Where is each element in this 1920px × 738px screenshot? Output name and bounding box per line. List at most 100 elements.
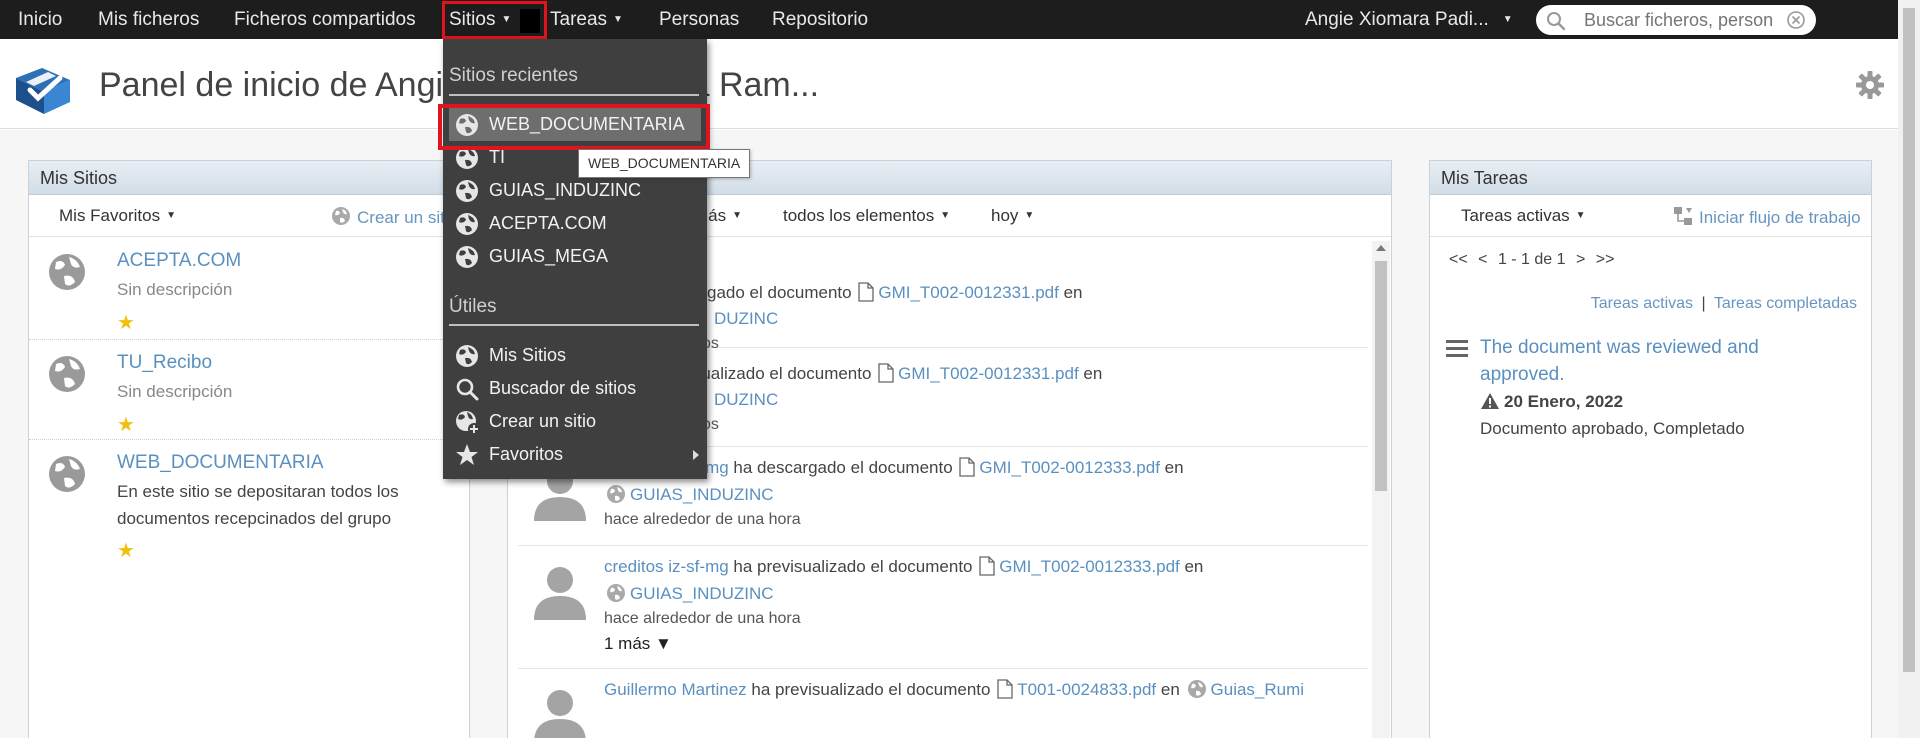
nav-ficheros-compartidos[interactable]: Ficheros compartidos [234,0,416,39]
globe-icon [49,356,85,392]
site-row: ACEPTA.COM Sin descripción ★ [29,238,469,340]
start-workflow-link[interactable]: Iniciar flujo de trabajo [1673,206,1861,228]
activity-time: hace alrededor de una hora [604,511,801,528]
caret-down-icon: ▼ [1575,210,1586,221]
menu-item-acepta-com[interactable]: ACEPTA.COM [449,207,701,240]
activity-time-filter-label: hoy [991,206,1019,225]
pager-next[interactable]: > [1576,251,1585,268]
document-link[interactable]: GMI_T002-0012333.pdf [979,458,1160,477]
site-row: WEB_DOCUMENTARIA En este sitio se deposi… [29,440,469,580]
activity-user-link[interactable]: creditos iz-sf-mg [604,557,729,576]
site-name-link[interactable]: ACEPTA.COM [117,250,241,272]
clear-search-icon[interactable] [1786,10,1806,30]
site-link[interactable]: GUIAS_INDUZINC [630,485,774,504]
site-link[interactable]: DUZINC [714,309,778,328]
activity-preposition: en [1179,557,1204,576]
pager-last[interactable]: >> [1596,251,1615,268]
menu-separator [449,324,699,326]
tooltip: WEB_DOCUMENTARIA [578,149,751,178]
site-link[interactable]: Guias_Rumi [1211,680,1305,699]
dashboard-header: Panel de inicio de Angie Xiomara Padilla… [0,39,1898,129]
document-icon [997,679,1013,699]
user-menu[interactable]: Angie Xiomara Padi... ▼ [1305,0,1513,39]
globe-icon [456,246,478,268]
active-tasks-filter[interactable]: Tareas activas ▼ [1461,206,1586,226]
activity-preposition: en [1058,283,1083,302]
nav-inicio[interactable]: Inicio [18,0,62,39]
sitios-highlight-box [442,1,547,39]
nav-tareas[interactable]: Tareas ▼ [550,0,623,39]
task-list-icon [1446,340,1468,357]
search-icon [1547,12,1566,31]
favorite-star-icon[interactable]: ★ [117,412,135,437]
gear-icon[interactable] [1855,70,1885,100]
site-link[interactable]: DUZINC [714,390,778,409]
site-name-link[interactable]: WEB_DOCUMENTARIA [117,452,324,474]
activity-user-link[interactable]: Guillermo Martinez [604,680,747,699]
show-more-link[interactable]: 1 más ▼ [604,634,672,654]
favorite-star-icon[interactable]: ★ [117,310,135,335]
page-scrollbar[interactable] [1898,0,1920,738]
globe-icon [332,207,350,225]
pager-info: 1 - 1 de 1 [1497,251,1566,268]
completed-tasks-link[interactable]: Tareas completadas [1714,295,1857,312]
document-link[interactable]: GMI_T002-0012331.pdf [898,364,1079,383]
task-item: The document was reviewed and approved. … [1430,331,1871,481]
document-link[interactable]: GMI_T002-0012331.pdf [878,283,1059,302]
menu-item-favoritos[interactable]: Favoritos [449,438,701,471]
create-site-link[interactable]: Crear un sitio [331,206,458,228]
my-sites-title: Mis Sitios [29,161,469,195]
document-icon [878,363,894,383]
site-description: En este sitio se depositaran todos los d… [117,482,399,528]
nav-repositorio[interactable]: Repositorio [772,0,868,39]
menu-item-label: ACEPTA.COM [489,213,607,233]
scrollbar-thumb[interactable] [1375,261,1387,491]
globe-icon [607,584,625,602]
activity-elements-filter-label: todos los elementos [783,206,935,225]
nav-personas[interactable]: Personas [659,0,739,39]
task-status: Documento aprobado, Completado [1480,419,1745,438]
activity-scrollbar[interactable] [1372,241,1390,738]
caret-down-icon: ▼ [732,210,743,221]
activity-preposition: en [1159,458,1184,477]
active-tasks-link[interactable]: Tareas activas [1591,295,1693,312]
menu-item-label: Crear un sitio [489,411,597,431]
activity-time-filter[interactable]: hoy ▼ [991,206,1034,226]
task-title-link[interactable]: The document was reviewed and approved. [1480,334,1780,388]
document-link[interactable]: GMI_T002-0012333.pdf [999,557,1180,576]
favorite-star-icon[interactable]: ★ [117,538,135,563]
globe-icon [49,456,85,492]
activity-elements-filter[interactable]: todos los elementos ▼ [783,206,950,226]
search-box [1536,5,1816,35]
activity-line: creditos iz-sf-mg ha previsualizado el d… [604,556,1203,577]
menu-item-guias-mega[interactable]: GUIAS_MEGA [449,240,701,273]
top-navigation-bar: Inicio Mis ficheros Ficheros compartidos… [0,0,1920,39]
avatar [534,567,586,620]
menu-item-buscador-de-sitios[interactable]: Buscador de sitios [449,372,701,405]
search-input[interactable] [1584,9,1774,31]
favorites-filter[interactable]: Mis Favoritos ▼ [59,206,176,226]
site-name-link[interactable]: TU_Recibo [117,352,212,374]
document-link[interactable]: T001-0024833.pdf [1017,680,1156,699]
caret-down-icon: ▼ [1502,14,1513,25]
menu-item-label: Favoritos [489,444,564,464]
globe-icon [607,485,625,503]
pager-first[interactable]: << [1449,251,1468,268]
menu-item-guias-induzinc[interactable]: GUIAS_INDUZINC [449,174,701,207]
site-description: Sin descripción [117,280,233,299]
nav-tareas-label: Tareas [550,9,608,30]
scroll-up-icon[interactable] [1376,245,1386,251]
pager-prev[interactable]: < [1478,251,1487,268]
activity-time: hace alrededor de una hora [604,610,801,627]
activity-preposition: en [1078,364,1103,383]
active-tasks-filter-label: Tareas activas [1461,206,1570,225]
page-scrollbar-thumb[interactable] [1903,8,1915,672]
utilities-heading: Útiles [449,296,497,317]
menu-item-crear-un-sitio[interactable]: Crear un sitio [449,405,701,438]
my-tasks-title: Mis Tareas [1430,161,1871,195]
menu-item-mis-sitios[interactable]: Mis Sitios [449,339,701,372]
activity-line: Guillermo Martinez ha previsualizado el … [604,679,1304,700]
site-link[interactable]: GUIAS_INDUZINC [630,584,774,603]
selected-item-highlight-box [438,104,710,150]
nav-mis-ficheros[interactable]: Mis ficheros [98,0,199,39]
